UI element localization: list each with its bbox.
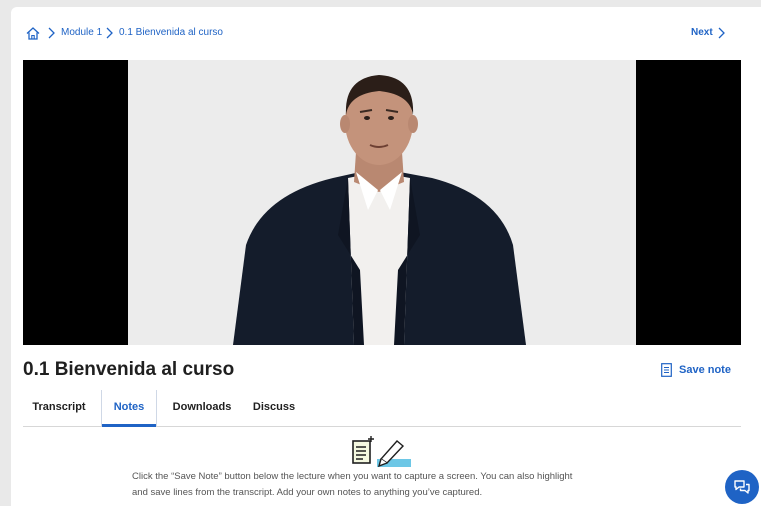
video-frame <box>128 60 636 345</box>
chevron-right-icon <box>48 27 55 39</box>
breadcrumb-module-link[interactable]: Module 1 <box>61 27 102 38</box>
chat-icon <box>734 480 750 494</box>
presenter-video-still <box>233 75 526 345</box>
tab-transcript-label: Transcript <box>32 401 86 413</box>
notes-illustration-icon <box>352 436 411 468</box>
lecture-title: 0.1 Bienvenida al curso <box>23 359 235 380</box>
chevron-right-icon <box>106 27 113 39</box>
home-icon[interactable] <box>26 27 40 40</box>
next-button[interactable]: Next <box>691 27 713 38</box>
notes-instructions-line-2: and save lines from the transcript. Add … <box>132 487 483 498</box>
notes-instructions-line-1: Click the “Save Note” button below the l… <box>132 471 573 482</box>
video-player[interactable] <box>23 60 741 345</box>
tab-downloads-label: Downloads <box>172 401 232 413</box>
notes-instructions: Click the “Save Note” button below the l… <box>132 469 652 501</box>
lecture-tabs: Transcript Notes Downloads Discuss <box>23 390 741 427</box>
tab-discuss[interactable]: Discuss <box>247 390 301 426</box>
chevron-right-icon[interactable] <box>717 26 726 40</box>
note-icon <box>661 363 672 377</box>
tab-notes[interactable]: Notes <box>101 390 157 427</box>
active-tab-indicator <box>102 424 156 427</box>
tab-notes-label: Notes <box>113 401 145 413</box>
top-navigation: Module 1 0.1 Bienvenida al curso Next <box>11 7 761 57</box>
save-note-label: Save note <box>679 364 731 376</box>
chat-support-button[interactable] <box>725 470 759 504</box>
breadcrumb-lesson-link[interactable]: 0.1 Bienvenida al curso <box>119 27 223 38</box>
tab-transcript[interactable]: Transcript <box>29 390 89 426</box>
tab-discuss-label: Discuss <box>252 401 296 413</box>
tab-downloads[interactable]: Downloads <box>167 390 237 426</box>
course-player-card: Module 1 0.1 Bienvenida al curso Next 0.… <box>11 7 761 506</box>
